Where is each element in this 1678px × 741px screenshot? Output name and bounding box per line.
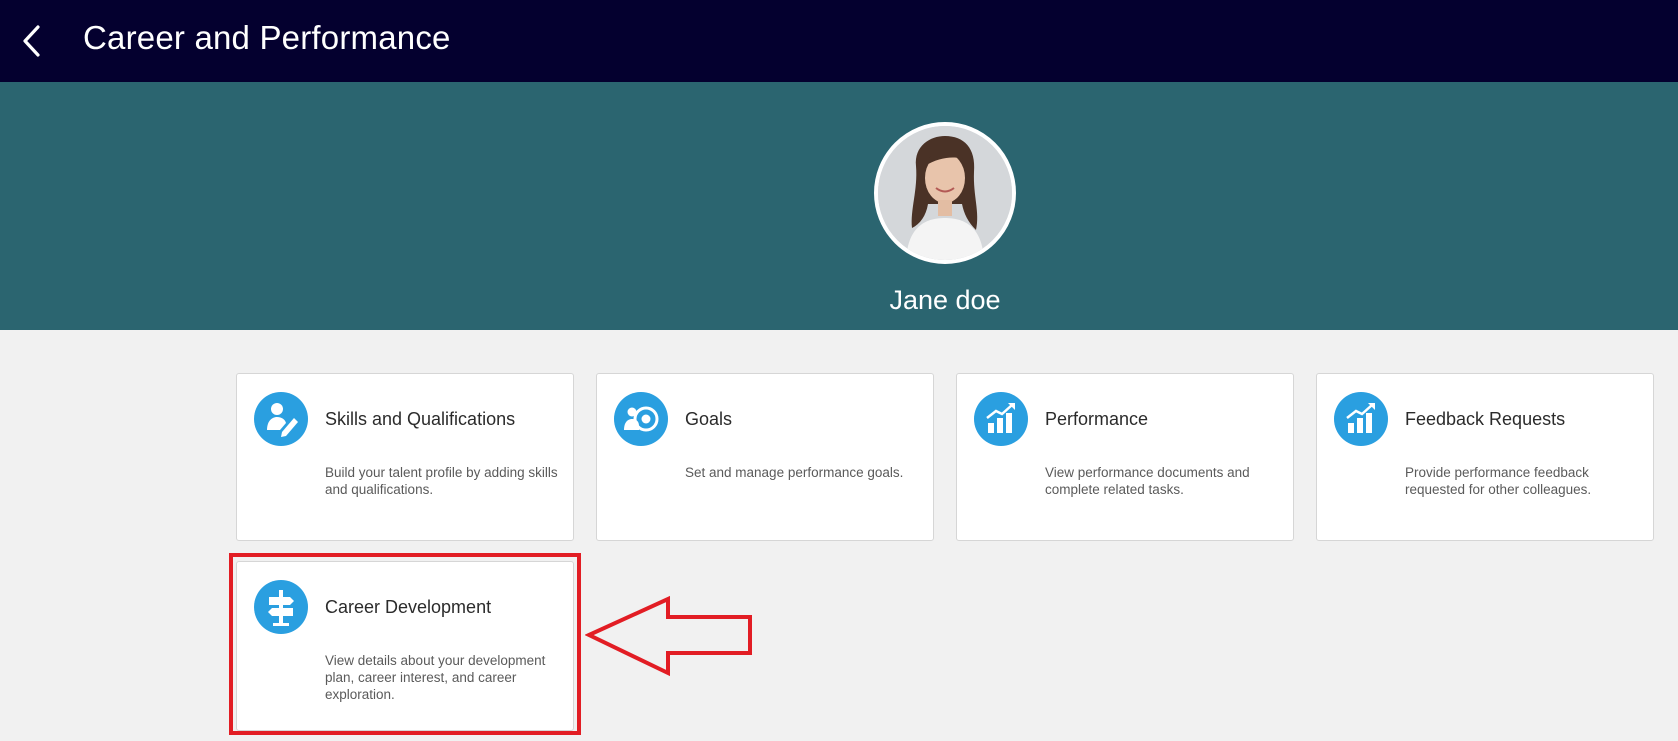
card-skills-and-qualifications[interactable]: Skills and Qualifications Build your tal…	[236, 373, 574, 541]
card-performance[interactable]: Performance View performance documents a…	[956, 373, 1294, 541]
back-button[interactable]	[14, 20, 54, 62]
card-career-development[interactable]: Career Development View details about yo…	[236, 561, 574, 731]
card-title: Performance	[1045, 409, 1149, 429]
card-description: View performance documents and complete …	[1045, 465, 1250, 497]
arrow-left-icon	[585, 595, 752, 677]
user-name: Jane doe	[889, 285, 1001, 315]
card-title: Feedback Requests	[1405, 409, 1566, 429]
card-description: Provide performance feedback requested f…	[1405, 465, 1592, 497]
page-title: Career and Performance	[83, 19, 451, 56]
bar-chart-up-icon	[974, 392, 1028, 446]
signpost-icon	[254, 580, 308, 634]
bar-chart-up-icon	[1334, 392, 1388, 446]
card-description: Set and manage performance goals.	[685, 465, 904, 480]
avatar	[874, 122, 1016, 264]
card-feedback-requests[interactable]: Feedback Requests Provide performance fe…	[1316, 373, 1654, 541]
card-description: View details about your development plan…	[325, 653, 546, 702]
card-title: Skills and Qualifications	[325, 409, 516, 429]
person-edit-icon	[254, 392, 308, 446]
card-title: Career Development	[325, 597, 492, 617]
card-title: Goals	[685, 409, 733, 429]
card-description: Build your talent profile by adding skil…	[325, 465, 558, 497]
card-goals[interactable]: Goals Set and manage performance goals.	[596, 373, 934, 541]
chevron-left-icon	[23, 25, 40, 57]
target-icon	[614, 392, 668, 446]
top-bar: Career and Performance	[0, 0, 1678, 82]
